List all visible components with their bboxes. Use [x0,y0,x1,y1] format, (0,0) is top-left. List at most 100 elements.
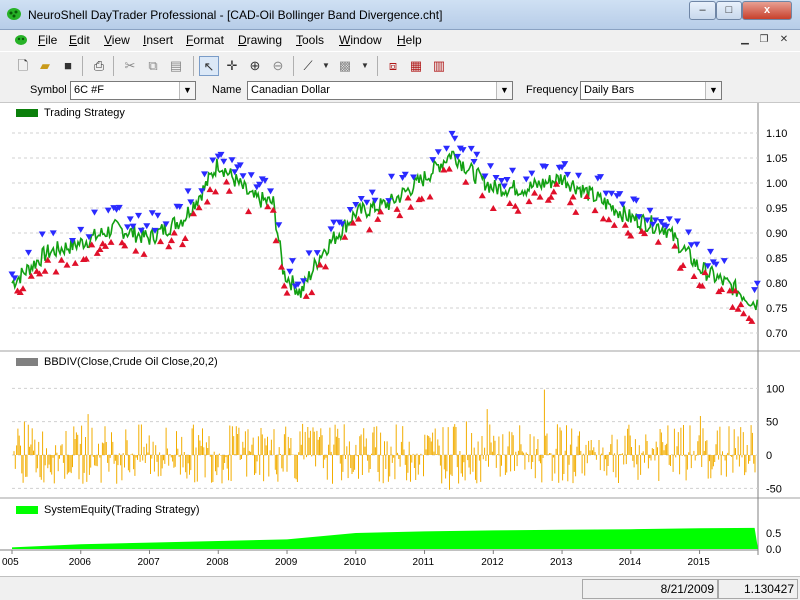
chart-properties-icon[interactable]: ⧈ [383,56,403,76]
sell-signal-marker [220,158,228,165]
dropdown-icon[interactable]: ▼ [316,56,336,76]
chevron-down-icon[interactable]: ▼ [705,82,721,99]
indicator-pane[interactable]: 100 50 0 -50 [12,383,784,495]
buy-signal-marker [179,241,187,248]
x-tick-label: 2007 [138,557,161,568]
toolbar: 🗋 ▰ ■ ⎙ ✂ ⧉ ▤ ↖ ✛ ⊕ ⊖ ⟋ ▼ ▩ ▼ ⧈ ▦ ▥ [0,51,800,79]
document-icon[interactable] [14,33,28,47]
status-date: 8/21/2009 [582,579,718,599]
toolbar-separator [82,56,83,76]
name-dropdown[interactable]: Canadian Dollar ▼ [247,81,513,100]
sell-signal-marker [289,258,297,265]
sell-signal-marker [126,216,134,223]
sell-signal-marker [388,173,396,180]
buy-signal-marker [41,267,49,274]
symbol-dropdown[interactable]: 6C #F ▼ [70,81,196,100]
zoom-out-icon[interactable]: ⊖ [268,56,288,76]
x-tick-label: 2014 [619,557,642,568]
sell-signal-marker [228,157,236,164]
menu-drawing[interactable]: Drawing [238,33,282,47]
menu-window[interactable]: Window [339,33,382,47]
menu-file[interactable]: File [38,33,57,47]
buy-signal-marker [374,215,382,222]
y-tick-label: 0.5 [766,528,781,540]
y-tick-label: 1.10 [766,128,787,140]
buy-signal-marker [478,192,486,199]
menu-insert[interactable]: Insert [143,33,173,47]
buy-signal-marker [550,188,558,195]
pattern-icon[interactable]: ▩ [335,56,355,76]
frequency-label: Frequency [526,84,578,96]
sell-signal-marker [357,196,365,203]
close-button[interactable]: x [742,1,792,20]
legend-swatch [16,109,38,118]
equity-pane-title[interactable]: SystemEquity(Trading Strategy) [16,504,199,516]
y-tick-label: 50 [766,417,778,429]
x-tick-label: 2013 [550,557,573,568]
sell-signal-marker [330,219,338,226]
mdi-close-button[interactable]: ✕ [775,33,793,48]
menu-bar: File Edit View Insert Format Drawing Too… [0,30,800,51]
price-pane-title[interactable]: Trading Strategy [16,107,125,119]
equity-pane[interactable]: 0.50.0 [12,527,781,556]
buy-signal-marker [737,301,745,308]
sell-signal-marker [305,250,313,257]
print-icon[interactable]: ⎙ [89,56,109,76]
menu-view[interactable]: View [104,33,130,47]
chart-area[interactable]: 1.10 1.05 1.00 0.95 0.90 0.85 0.80 0.75 0.70 100… [0,103,800,576]
y-tick-label: 1.00 [766,178,787,190]
sell-signal-marker [286,268,294,275]
buy-signal-marker [322,263,330,270]
dropdown-icon[interactable]: ▼ [355,56,375,76]
buy-signal-marker [690,273,698,280]
chevron-down-icon[interactable]: ▼ [179,82,195,99]
sell-signal-marker [753,280,761,287]
symbol-label: Symbol [30,84,67,96]
zoom-in-icon[interactable]: ⊕ [245,56,265,76]
maximize-button[interactable]: □ [716,1,742,20]
paste-icon[interactable]: ▤ [166,56,186,76]
chart-page-icon[interactable]: ▦ [406,56,426,76]
equity-area [12,527,758,549]
status-value: 1.130427 [718,579,798,599]
price-pane[interactable]: 1.10 1.05 1.00 0.95 0.90 0.85 0.80 0.75 0.70 [8,128,788,340]
sell-signal-marker [368,189,376,196]
new-file-icon[interactable]: 🗋 [13,56,33,76]
frequency-value: Daily Bars [584,84,635,96]
save-icon[interactable]: ■ [58,56,78,76]
sell-signal-marker [443,145,451,152]
open-folder-icon[interactable]: ▰ [35,56,55,76]
chevron-down-icon[interactable]: ▼ [496,82,512,99]
copy-icon[interactable]: ⧉ [143,56,163,76]
buy-signal-marker [610,221,618,228]
buy-signal-marker [569,193,577,200]
draw-line-icon[interactable]: ⟋ [298,56,318,76]
sell-signal-marker [720,258,728,265]
frequency-dropdown[interactable]: Daily Bars ▼ [580,81,722,100]
pointer-icon[interactable]: ↖ [199,56,219,76]
sell-signal-marker [674,218,682,225]
menu-help[interactable]: Help [397,33,422,47]
mdi-minimize-button[interactable]: ▁ [736,33,754,48]
indicator-wizard-icon[interactable]: ▥ [429,56,449,76]
menu-tools[interactable]: Tools [296,33,324,47]
status-bar: 8/21/2009 1.130427 [0,576,800,600]
indicator-pane-title[interactable]: BBDIV(Close,Crude Oil Close,20,2) [16,356,218,368]
sell-signal-marker [751,287,759,294]
buy-signal-marker [599,215,607,222]
y-tick-label: 1.05 [766,153,787,165]
crosshair-icon[interactable]: ✛ [222,56,242,76]
sell-signal-marker [522,176,530,183]
buy-signal-marker [19,285,27,292]
buy-signal-marker [302,292,310,299]
cut-icon[interactable]: ✂ [120,56,140,76]
mdi-restore-button[interactable]: ❐ [755,33,773,48]
menu-edit[interactable]: Edit [69,33,90,47]
name-label: Name [212,84,242,96]
buy-signal-marker [264,203,272,210]
menu-format[interactable]: Format [186,33,224,47]
buy-signal-marker [621,221,629,228]
minimize-button[interactable]: – [689,1,716,20]
sell-signal-marker [487,163,495,170]
buy-signal-marker [195,204,203,211]
